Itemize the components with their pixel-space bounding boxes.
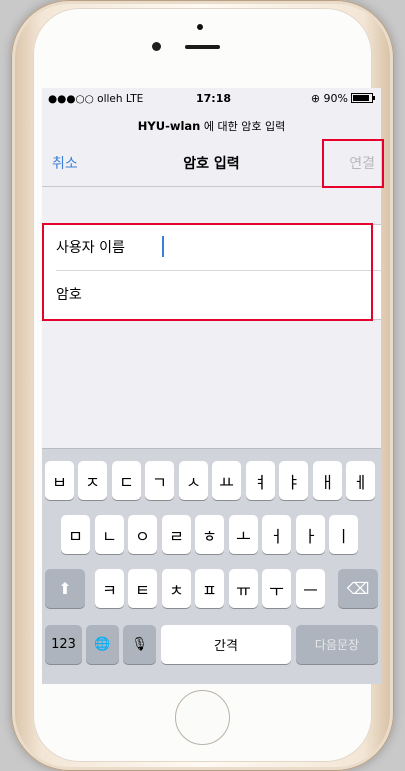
network-prompt: HYU-wlan 에 대한 암호 입력 xyxy=(42,118,381,134)
screen: ●●●○○ olleh LTE 17:18 ⊕ 90% HYU-wlan 에 대… xyxy=(42,88,381,684)
home-button[interactable] xyxy=(175,690,230,745)
front-camera xyxy=(152,42,161,51)
key-ae[interactable]: ㅐ xyxy=(313,461,342,500)
password-label: 암호 xyxy=(56,287,82,303)
status-time: 17:18 xyxy=(196,92,232,105)
key-jieut[interactable]: ㅈ xyxy=(78,461,107,500)
battery-icon xyxy=(351,93,375,103)
next-sentence-key[interactable]: 다음문장 xyxy=(296,625,378,664)
key-ya[interactable]: ㅑ xyxy=(279,461,308,500)
status-bar: ●●●○○ olleh LTE 17:18 ⊕ 90% xyxy=(42,88,381,108)
delete-key[interactable]: ⌫ xyxy=(338,569,378,608)
key-digeut[interactable]: ㄷ xyxy=(112,461,141,500)
connect-button[interactable]: 연결 xyxy=(349,153,375,173)
username-label: 사용자 이름 xyxy=(56,240,125,256)
key-yeo[interactable]: ㅕ xyxy=(246,461,275,500)
key-eu[interactable]: ㅡ xyxy=(296,569,325,608)
key-e[interactable]: ㅔ xyxy=(346,461,375,500)
key-u[interactable]: ㅜ xyxy=(262,569,291,608)
key-giyeok[interactable]: ㄱ xyxy=(145,461,174,500)
key-rieul[interactable]: ㄹ xyxy=(162,515,191,554)
key-tieut[interactable]: ㅌ xyxy=(128,569,157,608)
key-pieup[interactable]: ㅍ xyxy=(195,569,224,608)
globe-key[interactable]: 🌐 xyxy=(86,625,119,664)
shift-key[interactable]: ⬆ xyxy=(45,569,85,608)
page-title: 암호 입력 xyxy=(183,156,240,172)
key-hieut[interactable]: ㅎ xyxy=(195,515,224,554)
space-key[interactable]: 간격 xyxy=(161,625,291,664)
korean-keyboard: ㅂ ㅈ ㄷ ㄱ ㅅ ㅛ ㅕ ㅑ ㅐ ㅔ ㅁ ㄴ ㅇ ㄹ ㅎ ㅗ ㅓ ㅏ ㅣ ⬆ … xyxy=(42,448,381,684)
key-siot[interactable]: ㅅ xyxy=(179,461,208,500)
key-yo[interactable]: ㅛ xyxy=(212,461,241,500)
credential-fields: 사용자 이름 암호 xyxy=(42,224,381,320)
text-cursor xyxy=(162,236,164,257)
numbers-key[interactable]: 123 xyxy=(45,625,82,664)
battery-status: ⊕ 90% xyxy=(310,92,375,105)
prompt-text: 에 대한 암호 입력 xyxy=(203,120,286,133)
dictation-key[interactable]: 🎙 xyxy=(123,625,156,664)
password-field[interactable]: 암호 xyxy=(42,272,381,318)
key-mieum[interactable]: ㅁ xyxy=(61,515,90,554)
earpiece-speaker xyxy=(185,45,220,49)
navigation-bar: 취소 암호 입력 연결 xyxy=(42,140,381,187)
carrier-signal: ●●●○○ olleh LTE xyxy=(48,93,144,105)
shift-icon: ⬆ xyxy=(58,579,72,598)
battery-percent: ⊕ 90% xyxy=(310,92,348,105)
username-field[interactable]: 사용자 이름 xyxy=(42,225,381,271)
key-eo[interactable]: ㅓ xyxy=(262,515,291,554)
key-bieup[interactable]: ㅂ xyxy=(45,461,74,500)
key-nieun[interactable]: ㄴ xyxy=(95,515,124,554)
key-o[interactable]: ㅗ xyxy=(229,515,258,554)
network-name: HYU-wlan xyxy=(137,119,201,133)
key-kieuk[interactable]: ㅋ xyxy=(95,569,124,608)
key-chieut[interactable]: ㅊ xyxy=(162,569,191,608)
key-ieung[interactable]: ㅇ xyxy=(128,515,157,554)
key-a[interactable]: ㅏ xyxy=(296,515,325,554)
key-yu[interactable]: ㅠ xyxy=(229,569,258,608)
mic-icon: 🎙 xyxy=(131,637,148,652)
proximity-sensor xyxy=(197,24,203,30)
delete-icon: ⌫ xyxy=(346,579,370,598)
globe-icon: 🌐 xyxy=(94,637,111,652)
key-i[interactable]: ㅣ xyxy=(329,515,358,554)
field-divider xyxy=(56,270,381,271)
